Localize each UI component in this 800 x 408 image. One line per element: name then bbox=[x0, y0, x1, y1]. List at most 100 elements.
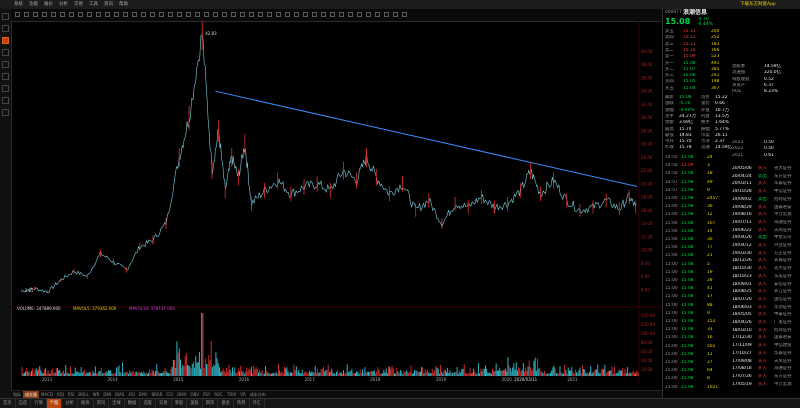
event-row[interactable]: 19/07/11 买入 海通证券 bbox=[730, 220, 800, 226]
draw-tool-icon[interactable] bbox=[312, 12, 317, 17]
draw-tool-icon[interactable] bbox=[366, 12, 371, 17]
draw-tool-icon[interactable] bbox=[186, 12, 191, 17]
event-row[interactable]: 18/09/01 买入 安信证券 bbox=[730, 282, 800, 288]
draw-tool-icon[interactable] bbox=[285, 12, 290, 17]
volume-bar bbox=[188, 365, 190, 376]
menu-item[interactable]: 资讯 bbox=[104, 0, 113, 9]
draw-tool-icon[interactable] bbox=[276, 12, 281, 17]
event-row[interactable]: 18/10/30 买入 光大证券 bbox=[730, 266, 800, 272]
event-row[interactable]: 17/11/09 买入 中信建投 bbox=[730, 343, 800, 349]
event-row[interactable]: 17/09/08 买入 天风证券 bbox=[730, 359, 800, 365]
event-row[interactable]: 17/05/19 买入 申万宏源 bbox=[730, 382, 800, 388]
draw-tool-icon[interactable] bbox=[105, 12, 110, 17]
volume-bar bbox=[250, 366, 252, 376]
volume-bar bbox=[626, 367, 628, 376]
draw-tool-icon[interactable] bbox=[240, 12, 245, 17]
event-row[interactable]: 19/08/29 买入 国泰君安 bbox=[730, 205, 800, 211]
draw-tool-icon[interactable] bbox=[348, 12, 353, 17]
event-row[interactable]: 18/08/25 买入 长江证券 bbox=[730, 289, 800, 295]
event-row[interactable]: 17/12/30 买入 国泰君安 bbox=[730, 335, 800, 341]
select-icon[interactable] bbox=[2, 73, 9, 80]
draw-tool-icon[interactable] bbox=[51, 12, 56, 17]
menu-item[interactable]: 分析 bbox=[59, 0, 68, 9]
volume-bar bbox=[132, 370, 134, 376]
draw-tool-icon[interactable] bbox=[321, 12, 326, 17]
draw-tool-icon[interactable] bbox=[60, 12, 65, 17]
menu-item[interactable]: 工具 bbox=[89, 0, 98, 9]
draw-tool-icon[interactable] bbox=[24, 12, 29, 17]
event-row[interactable]: 19/10/28 买入 中信证券 bbox=[730, 189, 800, 195]
kline-chart[interactable]: 40.00 38.00 36.00 34.00 32.00 30.00 28.00 26.00… bbox=[11, 15, 662, 383]
event-row[interactable]: 19/09/02 卖出 招商证券 bbox=[730, 197, 800, 203]
event-row[interactable]: 18/12/26 买入 长城证券 bbox=[730, 258, 800, 264]
draw-tool-icon[interactable] bbox=[384, 12, 389, 17]
draw-tool-icon[interactable] bbox=[267, 12, 272, 17]
menu-item[interactable]: 帮助 bbox=[119, 0, 128, 9]
event-row[interactable]: 18/06/03 买入 华创证券 bbox=[730, 305, 800, 311]
draw-tool-icon[interactable] bbox=[132, 12, 137, 17]
draw-tool-icon[interactable] bbox=[357, 12, 362, 17]
menu-item[interactable]: 交易 bbox=[74, 0, 83, 9]
draw-tool-icon[interactable] bbox=[258, 12, 263, 17]
draw-tool-icon[interactable] bbox=[15, 12, 20, 17]
quote-icon[interactable] bbox=[2, 25, 9, 32]
event-row[interactable]: 17/10/27 买入 华泰证券 bbox=[730, 351, 800, 357]
event-row[interactable]: 18/05/05 买入 中泰证券 bbox=[730, 312, 800, 318]
home-icon[interactable] bbox=[2, 13, 9, 20]
draw-tool-icon[interactable] bbox=[375, 12, 380, 17]
draw-tool-icon[interactable] bbox=[42, 12, 47, 17]
draw-tool-icon[interactable] bbox=[96, 12, 101, 17]
draw-tool-icon[interactable] bbox=[204, 12, 209, 17]
chart-canvas[interactable]: 40.00 38.00 36.00 34.00 32.00 30.00 28.00 26.00… bbox=[11, 15, 662, 383]
draw-tool-icon[interactable] bbox=[213, 12, 218, 17]
draw-tool-icon[interactable] bbox=[249, 12, 254, 17]
promo-link[interactable]: 下载东方财富App bbox=[740, 0, 776, 9]
trade-icon[interactable] bbox=[2, 61, 9, 68]
draw-tool-icon[interactable] bbox=[231, 12, 236, 17]
draw-tool-icon[interactable] bbox=[168, 12, 173, 17]
menu-item[interactable]: 报价 bbox=[44, 0, 53, 9]
event-row[interactable]: 20/05/06 买入 光大证券 bbox=[730, 166, 800, 172]
draw-tool-icon[interactable] bbox=[393, 12, 398, 17]
menu-item[interactable]: 系统 bbox=[14, 0, 23, 9]
draw-tool-icon[interactable] bbox=[69, 12, 74, 17]
more-icon[interactable] bbox=[2, 109, 9, 116]
event-row[interactable]: 20/03/11 买入 华泰证券 bbox=[730, 181, 800, 187]
draw-tool-icon[interactable] bbox=[159, 12, 164, 17]
volume-bar bbox=[636, 370, 638, 376]
event-row[interactable]: 18/07/20 买入 国信证券 bbox=[730, 297, 800, 303]
event-row[interactable]: 18/10/23 买入 东吴证券 bbox=[730, 274, 800, 280]
tool-icon[interactable] bbox=[2, 97, 9, 104]
volume-bar bbox=[22, 373, 24, 376]
draw-tool-icon[interactable] bbox=[141, 12, 146, 17]
volume-bar bbox=[587, 373, 589, 376]
news-icon[interactable] bbox=[2, 49, 9, 56]
event-row[interactable]: 19/04/12 买入 兴业证券 bbox=[730, 243, 800, 249]
data-icon[interactable] bbox=[2, 85, 9, 92]
event-row[interactable]: 19/03/30 买入 方正证券 bbox=[730, 251, 800, 257]
draw-tool-icon[interactable] bbox=[114, 12, 119, 17]
draw-tool-icon[interactable] bbox=[330, 12, 335, 17]
draw-tool-icon[interactable] bbox=[222, 12, 227, 17]
draw-tool-icon[interactable] bbox=[303, 12, 308, 17]
draw-tool-icon[interactable] bbox=[150, 12, 155, 17]
event-row[interactable]: 17/07/26 买入 东方证券 bbox=[730, 374, 800, 380]
draw-tool-icon[interactable] bbox=[195, 12, 200, 17]
menu-item[interactable]: 功能 bbox=[29, 0, 38, 9]
chart-icon[interactable] bbox=[2, 37, 9, 44]
event-row[interactable]: 18/03/10 买入 招商证券 bbox=[730, 328, 800, 334]
draw-tool-icon[interactable] bbox=[87, 12, 92, 17]
draw-tool-icon[interactable] bbox=[123, 12, 128, 17]
draw-tool-icon[interactable] bbox=[33, 12, 38, 17]
event-row[interactable]: 18/04/26 买入 广发证券 bbox=[730, 320, 800, 326]
draw-tool-icon[interactable] bbox=[294, 12, 299, 17]
event-row[interactable]: 19/06/22 买入 天风证券 bbox=[730, 228, 800, 234]
draw-tool-icon[interactable] bbox=[78, 12, 83, 17]
event-row[interactable]: 19/04/26 卖出 中金公司 bbox=[730, 235, 800, 241]
draw-tool-icon[interactable] bbox=[177, 12, 182, 17]
draw-tool-icon[interactable] bbox=[339, 12, 344, 17]
event-row[interactable]: 19/08/16 买入 申万宏源 bbox=[730, 212, 800, 218]
event-row[interactable]: 17/08/18 买入 海通证券 bbox=[730, 366, 800, 372]
draw-tool-icon[interactable] bbox=[402, 12, 407, 17]
event-row[interactable]: 20/04/24 卖出 东方证券 bbox=[730, 174, 800, 180]
